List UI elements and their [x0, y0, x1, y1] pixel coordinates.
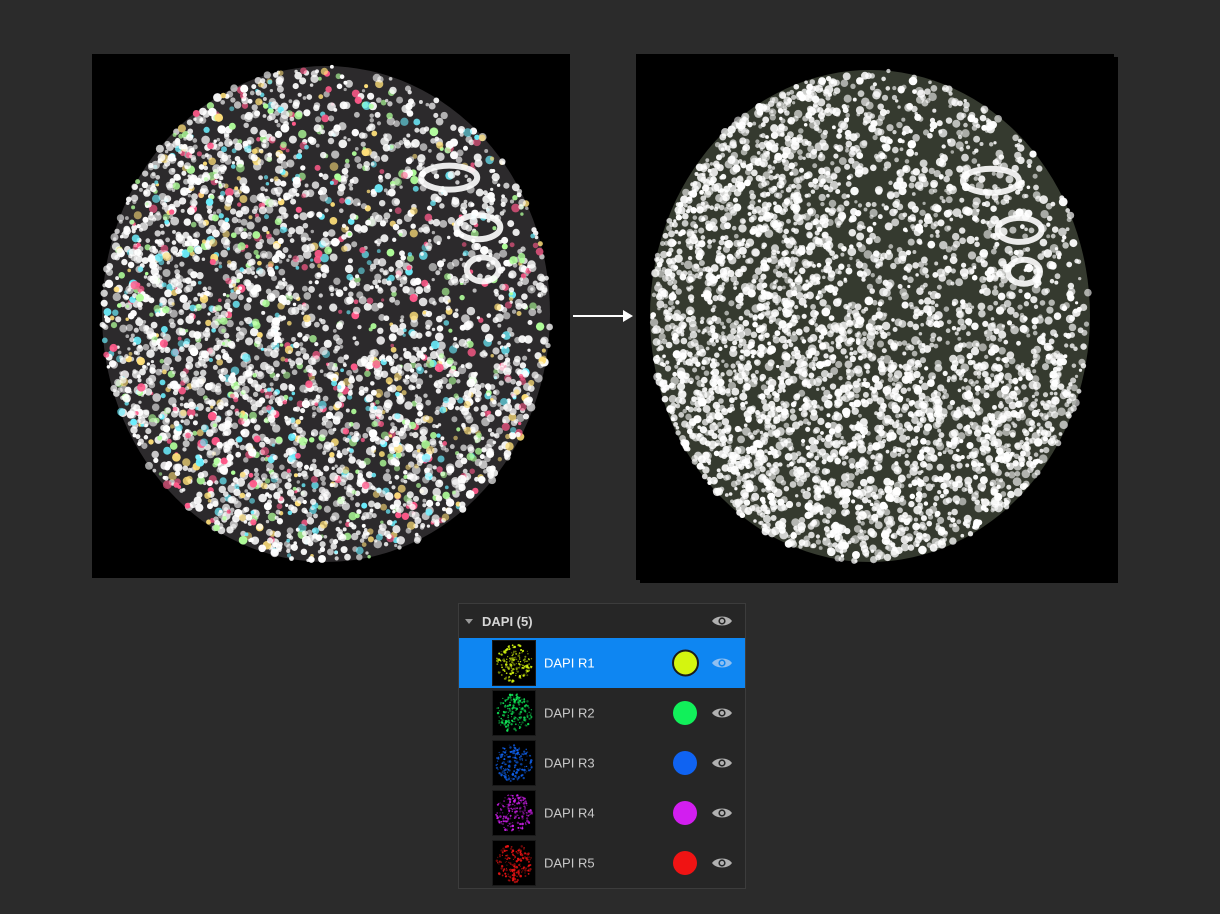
layer-label: DAPI R2: [544, 705, 595, 721]
layer-row-4[interactable]: DAPI R4: [459, 788, 745, 838]
layer-row-2[interactable]: DAPI R2: [459, 688, 745, 738]
layer-row-3[interactable]: DAPI R3: [459, 738, 745, 788]
layer-thumbnail: [492, 740, 536, 786]
color-swatch[interactable]: [672, 649, 699, 677]
viewer-canvas: DAPI (5) DAPI R1 DAPI R2 DAPI R3 DAPI R4 DAP…: [0, 0, 1220, 914]
color-swatch[interactable]: [673, 851, 697, 875]
layer-thumbnail: [492, 640, 536, 686]
layer-thumbnail: [492, 840, 536, 886]
layer-label: DAPI R3: [544, 755, 595, 771]
layer-thumbnail: [492, 690, 536, 736]
eye-icon[interactable]: [711, 706, 733, 720]
eye-icon[interactable]: [711, 806, 733, 820]
after-image[interactable]: [636, 54, 1114, 580]
layer-label: DAPI R1: [544, 655, 595, 671]
layer-row-1[interactable]: DAPI R1: [459, 638, 745, 688]
caret-down-icon[interactable]: [465, 618, 473, 624]
layer-group-title: DAPI (5): [482, 613, 533, 629]
after-image-graphic: [649, 68, 1092, 564]
layer-row-5[interactable]: DAPI R5: [459, 838, 745, 888]
layer-group-dapi[interactable]: DAPI (5): [459, 604, 745, 638]
color-swatch[interactable]: [673, 801, 697, 825]
color-swatch[interactable]: [673, 751, 697, 775]
right-arrow-icon: [573, 310, 633, 322]
eye-icon[interactable]: [711, 756, 733, 770]
eye-icon[interactable]: [711, 614, 733, 628]
before-image-graphic: [99, 64, 553, 563]
before-image[interactable]: [92, 54, 570, 578]
eye-icon[interactable]: [711, 656, 733, 670]
layer-label: DAPI R5: [544, 855, 595, 871]
layer-thumbnail: [492, 790, 536, 836]
layers-panel: DAPI (5) DAPI R1 DAPI R2 DAPI R3 DAPI R4 DAP…: [458, 603, 746, 889]
eye-icon[interactable]: [711, 856, 733, 870]
layer-label: DAPI R4: [544, 805, 595, 821]
color-swatch[interactable]: [673, 701, 697, 725]
